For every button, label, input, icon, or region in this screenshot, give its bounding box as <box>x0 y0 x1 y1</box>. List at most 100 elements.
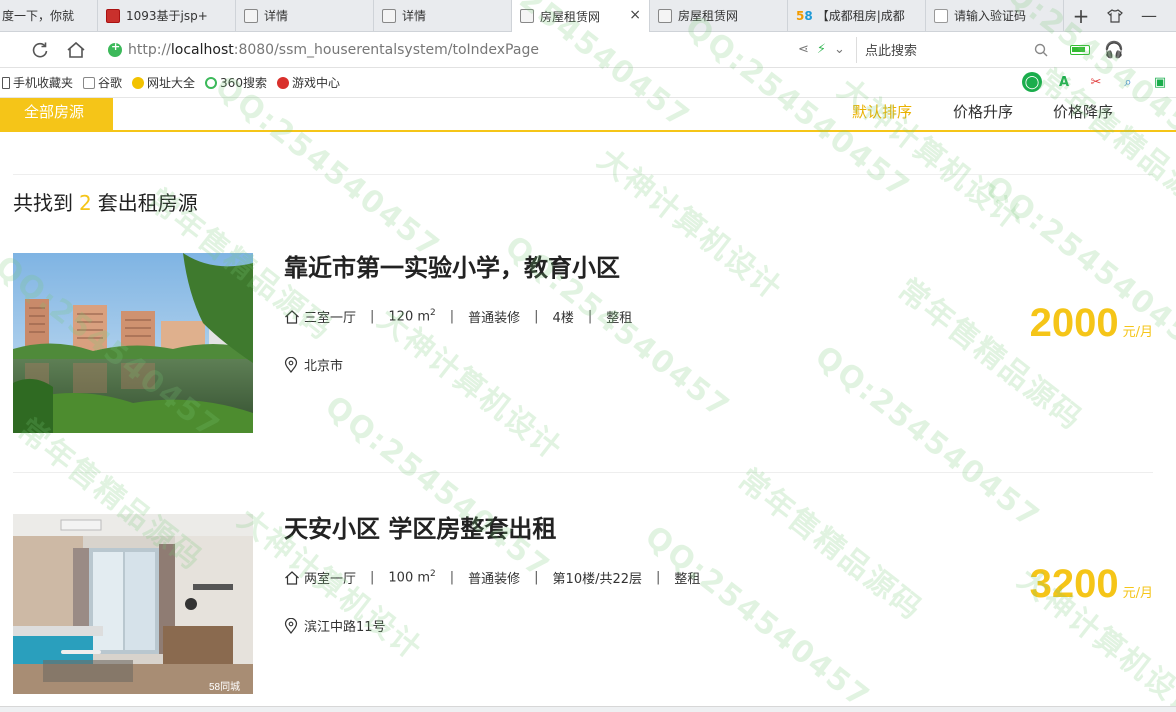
chat-icon[interactable]: ◯ <box>1022 72 1042 92</box>
headset-icon[interactable]: 🎧 <box>1104 40 1124 59</box>
minimize-icon[interactable]: — <box>1132 0 1166 31</box>
result-suffix: 套出租房源 <box>97 191 198 215</box>
url-prefix: http:// <box>128 41 171 58</box>
translate-icon[interactable]: A <box>1054 72 1074 92</box>
tab-title: 房屋租赁网 <box>678 9 739 23</box>
divider <box>13 174 1153 175</box>
bookmark-game-center[interactable]: 游戏中心 <box>276 74 340 91</box>
browser-tab-7[interactable]: 58 【成都租房|成都 <box>788 0 926 31</box>
browser-tab-strip: 度一下，你就 1093基于jsp+ 详情 详情 房屋租赁网 × 房屋租赁网 58 【… <box>0 0 1176 32</box>
sort-price-asc-link[interactable]: 价格升序 <box>953 101 1013 122</box>
address-bar: http://localhost:8080/ssm_houserentalsys… <box>0 32 1176 68</box>
listing-card[interactable]: 靠近市第一实验小学，教育小区 三室一厅 | 120 m2 | 普通装修 | 4楼… <box>13 253 1153 433</box>
price-unit: 元/月 <box>1122 586 1153 601</box>
browser-tab-5-active[interactable]: 房屋租赁网 × <box>512 0 650 32</box>
tab-title: 详情 <box>264 9 289 23</box>
bookmark-360-search[interactable]: 360搜索 <box>205 74 267 91</box>
divider <box>13 472 1153 473</box>
separator: | <box>370 309 375 324</box>
listing-title-link[interactable]: 靠近市第一实验小学，教育小区 <box>284 248 620 283</box>
bookmark-bar: 手机收藏夹 谷歌 网址大全 360搜索 游戏中心 ◯ A ✂ ⌕ ▣ <box>0 68 1176 98</box>
listing-photo-lake-apartments[interactable] <box>13 253 253 433</box>
price-unit: 元/月 <box>1122 325 1153 340</box>
page-icon <box>520 9 534 23</box>
listing-card[interactable]: 58同城 天安小区 学区房整套出租 两室一厅 | 100 m2 | 普通装修 |… <box>13 514 1153 694</box>
sort-price-desc-link[interactable]: 价格降序 <box>1053 101 1113 122</box>
status-bar <box>0 706 1176 712</box>
browser-tab-3[interactable]: 详情 <box>236 0 374 31</box>
58-logo-icon: 58 <box>796 8 813 23</box>
page-icon <box>244 8 258 23</box>
tab-title: 1093基于jsp+ <box>126 9 208 23</box>
listing-address: 北京市 <box>284 355 343 374</box>
house-icon <box>285 570 299 585</box>
listing-layout: 三室一厅 <box>304 311 357 326</box>
listing-specs: 两室一厅 | 100 m2 | 普通装修 | 第10楼/共22层 | 整租 <box>284 568 700 587</box>
search-icon[interactable] <box>1034 43 1048 57</box>
gamepad-icon[interactable]: ▣ <box>1150 72 1170 92</box>
separator: | <box>370 570 375 585</box>
share-icon[interactable]: ⋖ <box>798 42 809 57</box>
photo-watermark-58: 58同城 <box>209 681 240 693</box>
sort-default-link[interactable]: 默认排序 <box>852 101 912 122</box>
location-pin-icon <box>284 617 298 634</box>
filter-bar: 全部房源 默认排序 价格升序 价格降序 <box>0 98 1176 132</box>
listing-decoration: 普通装修 <box>468 572 521 587</box>
price-value: 2000 <box>1029 301 1119 345</box>
listing-decoration: 普通装修 <box>468 311 521 326</box>
listing-address: 滨江中路11号 <box>284 616 386 635</box>
address-text: 北京市 <box>304 359 344 374</box>
separator: | <box>449 309 455 324</box>
listing-rent-type: 整租 <box>606 311 633 326</box>
page-content: 全部房源 默认排序 价格升序 价格降序 共找到 2 套出租房源 靠近市第一实验小… <box>0 98 1176 712</box>
listing-price: 2000 元/月 <box>1030 301 1153 346</box>
listing-photo-bedroom[interactable]: 58同城 <box>13 514 253 694</box>
tab-title: 【成都租房|成都 <box>816 9 905 23</box>
listing-area: 120 m2 <box>388 308 435 324</box>
refresh-icon[interactable] <box>22 32 58 68</box>
bookmark-google[interactable]: 谷歌 <box>83 74 122 91</box>
bookmark-mobile-favorites[interactable]: 手机收藏夹 <box>2 74 73 91</box>
all-listings-tab[interactable]: 全部房源 <box>0 98 113 132</box>
listing-area: 100 m2 <box>388 569 435 585</box>
page-icon <box>382 8 396 23</box>
browser-tab-8[interactable]: 请输入验证码 <box>926 0 1064 31</box>
home-icon[interactable] <box>58 32 94 68</box>
document-icon <box>934 8 948 23</box>
result-count-heading: 共找到 2 套出租房源 <box>13 187 198 216</box>
nav-icon <box>132 76 145 89</box>
close-icon[interactable]: × <box>629 7 641 23</box>
area-sup: 2 <box>430 308 436 319</box>
bookmark-label: 谷歌 <box>98 76 123 90</box>
mobile-icon <box>2 76 10 89</box>
browser-tab-1[interactable]: 度一下，你就 <box>0 0 98 31</box>
search-360-icon <box>205 76 218 89</box>
tab-title: 房屋租赁网 <box>540 9 601 24</box>
bookmark-label: 游戏中心 <box>291 76 340 90</box>
chevron-down-icon[interactable]: ⌄ <box>834 42 845 57</box>
listing-title-link[interactable]: 天安小区 学区房整套出租 <box>284 509 556 544</box>
lightning-icon[interactable]: ⚡ <box>817 42 826 57</box>
search-input[interactable]: 点此搜索 <box>856 36 1056 63</box>
area-value: 120 m <box>388 309 431 325</box>
security-shield-icon <box>108 40 122 57</box>
skin-icon[interactable] <box>1098 0 1132 31</box>
house-icon <box>285 309 299 324</box>
magnifier-icon[interactable]: ⌕ <box>1118 72 1138 92</box>
tab-title: 请输入验证码 <box>954 9 1027 23</box>
bookmark-label: 手机收藏夹 <box>13 76 74 90</box>
browser-tab-4[interactable]: 详情 <box>374 0 512 31</box>
bookmark-label: 360搜索 <box>220 76 267 90</box>
bookmark-nav[interactable]: 网址大全 <box>132 74 195 91</box>
listing-floor: 第10楼/共22层 <box>552 572 643 587</box>
page-icon <box>658 8 672 23</box>
new-tab-plus-icon[interactable]: + <box>1064 0 1098 31</box>
url-field[interactable]: http://localhost:8080/ssm_houserentalsys… <box>108 36 798 64</box>
browser-tab-2[interactable]: 1093基于jsp+ <box>98 0 236 31</box>
scissors-icon[interactable]: ✂ <box>1086 72 1106 92</box>
listing-layout: 两室一厅 <box>304 572 357 587</box>
battery-icon[interactable] <box>1070 44 1090 55</box>
browser-tab-6[interactable]: 房屋租赁网 <box>650 0 788 31</box>
url-host: localhost <box>170 41 234 58</box>
result-prefix: 共找到 <box>13 191 73 215</box>
